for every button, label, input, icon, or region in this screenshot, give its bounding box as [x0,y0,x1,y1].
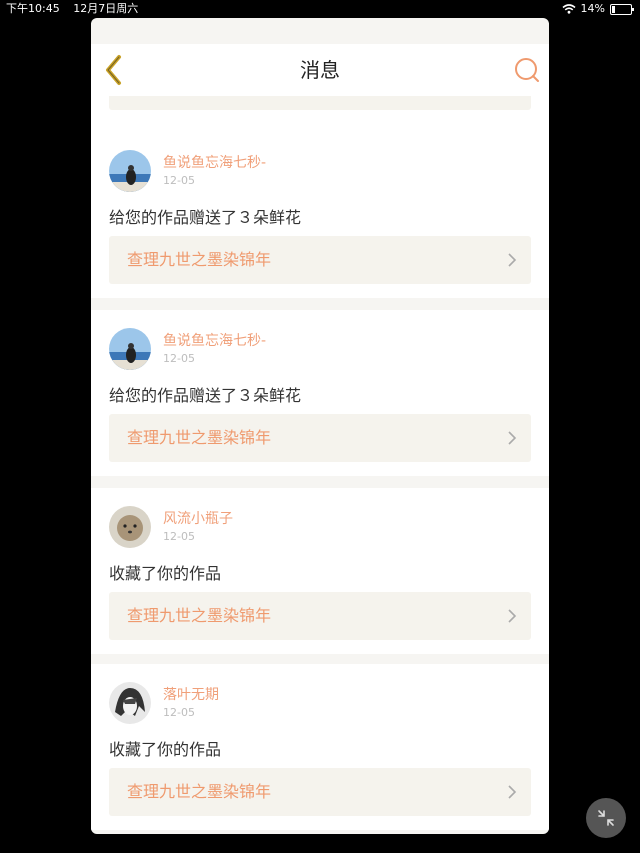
app-window: 消息 鱼说鱼忘海七秒- 12-05 给您的作品赠送了３朵鲜花 查理九世之墨染锦年 [91,18,549,834]
avatar-photo-icon [109,150,151,192]
page-title: 消息 [300,58,340,82]
work-link[interactable]: 查理九世之墨染锦年 [109,236,531,284]
message-date: 12-05 [163,530,195,543]
work-link[interactable]: 查理九世之墨染锦年 [109,768,531,816]
message-card: 鱼说鱼忘海七秒- 12-05 给您的作品赠送了３朵鲜花 查理九世之墨染锦年 [91,310,549,476]
message-text: 给您的作品赠送了３朵鲜花 [109,386,302,405]
work-title: 查理九世之墨染锦年 [127,250,272,269]
message-text: 收藏了你的作品 [109,740,222,759]
chevron-right-icon [508,785,517,799]
avatar[interactable] [109,328,151,370]
message-text: 给您的作品赠送了３朵鲜花 [109,208,302,227]
avatar[interactable] [109,682,151,724]
message-date: 12-05 [163,352,195,365]
username[interactable]: 落叶无期 [163,684,219,704]
avatar-photo-icon [109,328,151,370]
status-time: 下午10:45 [6,2,60,15]
work-link[interactable]: 查理九世之墨染锦年 [109,414,531,462]
chevron-right-icon [508,253,517,267]
message-card: 落叶无期 12-05 收藏了你的作品 查理九世之墨染锦年 [91,664,549,830]
status-right: 14% [562,0,634,18]
avatar[interactable] [109,150,151,192]
message-card: 鱼说鱼忘海七秒- 12-05 给您的作品赠送了３朵鲜花 查理九世之墨染锦年 [91,132,549,298]
username[interactable]: 风流小瓶子 [163,508,233,528]
nav-bar: 消息 [91,44,549,97]
avatar-photo-icon [109,682,151,724]
status-date: 12月7日周六 [73,2,139,15]
wifi-icon [562,4,576,14]
message-text: 收藏了你的作品 [109,564,222,583]
message-date: 12-05 [163,174,195,187]
chevron-right-icon [508,431,517,445]
work-title: 查理九世之墨染锦年 [127,606,272,625]
avatar-photo-icon [109,506,151,548]
status-bar: 下午10:45 12月7日周六 14% [0,0,640,18]
work-title: 查理九世之墨染锦年 [127,428,272,447]
message-date: 12-05 [163,706,195,719]
previous-work-link-partial[interactable] [109,96,531,110]
message-card: 风流小瓶子 12-05 收藏了你的作品 查理九世之墨染锦年 [91,488,549,654]
battery-percent: 14% [580,2,605,15]
previous-card-partial [91,96,549,132]
collapse-button[interactable] [586,798,626,838]
collapse-arrows-icon [598,810,614,826]
battery-icon [610,3,634,15]
work-link[interactable]: 查理九世之墨染锦年 [109,592,531,640]
search-icon[interactable] [513,56,541,84]
avatar[interactable] [109,506,151,548]
chevron-right-icon [508,609,517,623]
work-title: 查理九世之墨染锦年 [127,782,272,801]
username[interactable]: 鱼说鱼忘海七秒- [163,152,266,172]
username[interactable]: 鱼说鱼忘海七秒- [163,330,266,350]
status-left: 下午10:45 12月7日周六 [6,0,148,18]
